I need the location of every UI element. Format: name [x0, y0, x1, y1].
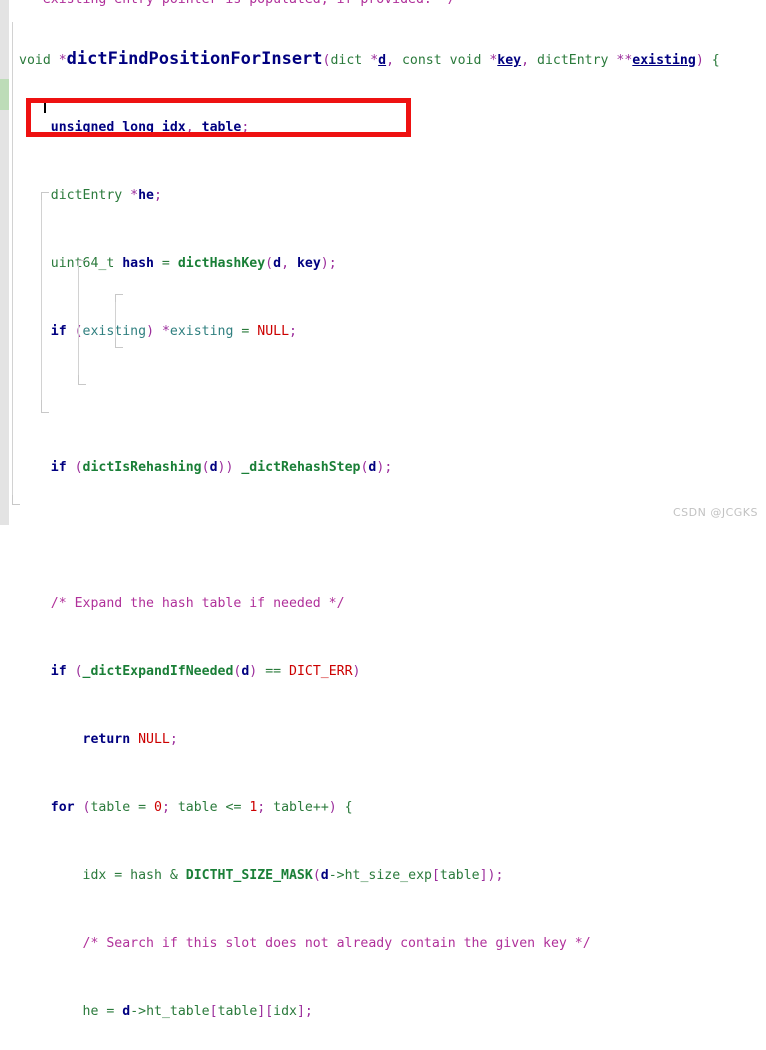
- fold-guide-for-end: [41, 395, 49, 413]
- text-caret: [44, 100, 46, 113]
- code-line-13: idx = hash & DICTHT_SIZE_MASK(d->ht_size…: [19, 868, 504, 883]
- gutter-change-marker: [0, 79, 9, 110]
- code-line-2: unsigned long idx, table;: [19, 120, 250, 135]
- code-line-10: if (_dictExpandIfNeeded(d) == DICT_ERR): [19, 664, 361, 679]
- fold-guide-if-end: [115, 338, 123, 348]
- code-line-comment-expand: /* Expand the hash table if needed */: [19, 596, 345, 611]
- indent-guide-function: [12, 22, 13, 505]
- code-line-12: for (table = 0; table <= 1; table++) {: [19, 800, 353, 815]
- code-line-1: void *dictFindPositionForInsert(dict *d,…: [19, 49, 720, 69]
- csdn-watermark: CSDN @JCGKS: [672, 506, 758, 519]
- code-line-highlighted: if (dictIsRehashing(d)) _dictRehashStep(…: [19, 460, 393, 475]
- fold-guide-while-start: [78, 260, 86, 270]
- code-line-11: return NULL;: [19, 732, 178, 747]
- code-content[interactable]: void *dictFindPositionForInsert(dict *d,…: [19, 0, 766, 1020]
- editor-gutter[interactable]: [0, 0, 9, 525]
- code-editor[interactable]: * existing entry pointer is populated, i…: [0, 0, 766, 1020]
- indent-guide-for-body: [41, 200, 42, 400]
- fold-guide-function-end: [12, 495, 20, 505]
- fold-guide-while-end: [78, 375, 86, 385]
- code-line-4: uint64_t hash = dictHashKey(d, key);: [19, 256, 337, 271]
- code-line-comment-search: /* Search if this slot does not already …: [19, 936, 591, 951]
- code-line-5: if (existing) *existing = NULL;: [19, 324, 297, 339]
- code-line-8-blank: [19, 527, 766, 544]
- indent-guide-while-body: [78, 268, 79, 383]
- code-folding-rail[interactable]: [9, 0, 19, 525]
- code-line-6-blank: [19, 391, 766, 408]
- code-line-3: dictEntry *he;: [19, 188, 162, 203]
- fold-guide-if-start: [115, 294, 123, 304]
- fold-guide-for-start: [41, 192, 49, 202]
- code-line-15: he = d->ht_table[table][idx];: [19, 1004, 313, 1019]
